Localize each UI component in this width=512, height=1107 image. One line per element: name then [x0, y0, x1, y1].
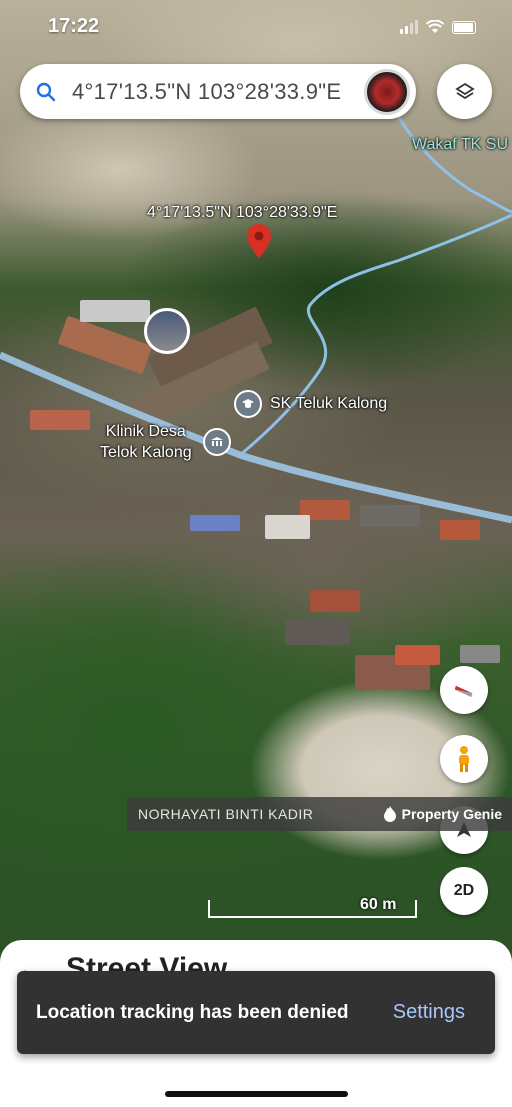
status-icons — [400, 20, 476, 34]
photo-author: NORHAYATI BINTI KADIR — [138, 806, 314, 822]
snackbar: Location tracking has been denied Settin… — [17, 971, 495, 1054]
search-bar[interactable]: 4°17'13.5"N 103°28'33.9"E — [20, 64, 416, 119]
battery-icon — [452, 20, 476, 34]
street-view-pegman-button[interactable] — [440, 735, 488, 783]
photo-credit-bar: NORHAYATI BINTI KADIR Property Genie — [127, 797, 512, 831]
wifi-icon — [426, 20, 444, 33]
settings-button[interactable]: Settings — [393, 1001, 465, 1024]
account-avatar[interactable] — [364, 69, 410, 115]
search-icon[interactable] — [20, 82, 72, 102]
photo-brand[interactable]: Property Genie — [383, 806, 502, 822]
compass-button[interactable] — [440, 666, 488, 714]
pegman-icon — [459, 746, 469, 772]
pin-coordinates-label: 4°17'13.5"N 103°28'33.9"E — [147, 204, 338, 221]
signal-icon — [400, 20, 418, 34]
location-pin-icon[interactable] — [247, 224, 271, 258]
compass-icon — [454, 685, 473, 698]
search-input[interactable]: 4°17'13.5"N 103°28'33.9"E — [72, 79, 362, 105]
snackbar-message: Location tracking has been denied — [36, 1002, 349, 1023]
school-icon[interactable] — [234, 390, 262, 418]
photo-thumbnail[interactable] — [144, 308, 190, 354]
map-label-wakaf[interactable]: Wakaf TK SU — [412, 136, 508, 154]
fire-icon — [383, 806, 396, 822]
map-label-clinic[interactable]: Klinik Desa Telok Kalong — [100, 421, 192, 463]
photo-brand-label: Property Genie — [401, 806, 502, 822]
scale-label: 60 m — [360, 896, 397, 913]
status-time: 17:22 — [48, 15, 100, 37]
view-mode-2d-button[interactable]: 2D — [440, 867, 488, 915]
layers-icon — [454, 82, 475, 99]
map-label-school[interactable]: SK Teluk Kalong — [270, 395, 387, 413]
layers-button[interactable] — [437, 64, 492, 119]
home-indicator[interactable] — [165, 1091, 348, 1097]
clinic-icon[interactable] — [203, 428, 231, 456]
